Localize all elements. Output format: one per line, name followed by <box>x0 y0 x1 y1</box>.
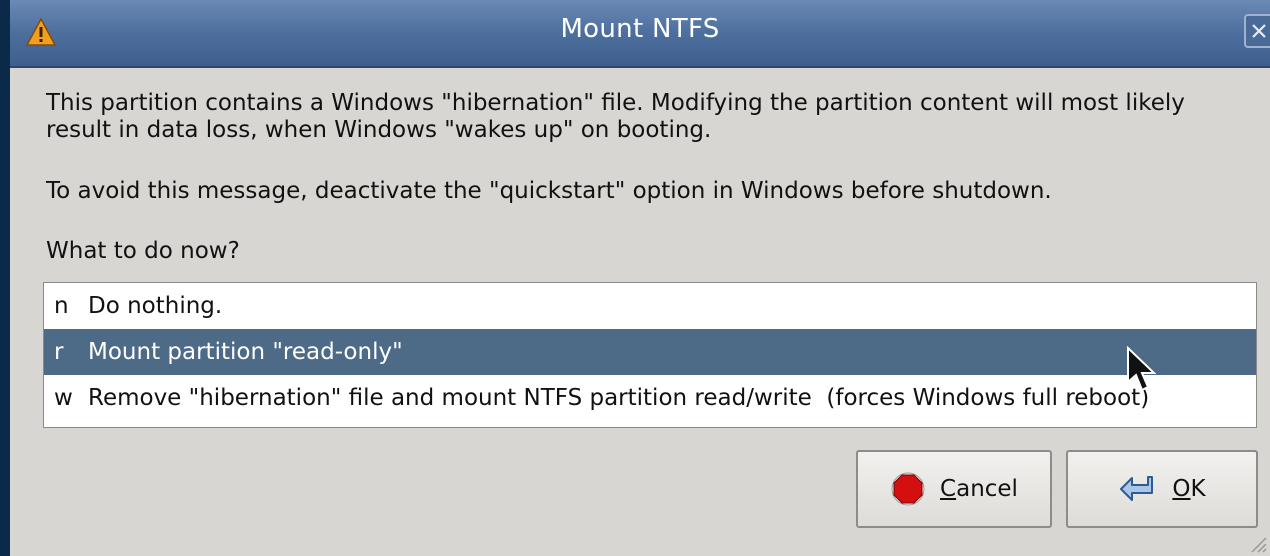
title-bar[interactable]: Mount NTFS <box>10 0 1270 68</box>
option-key: n <box>54 293 69 319</box>
close-icon <box>1252 24 1266 38</box>
option-remove-hibernation[interactable]: w Remove "hibernation" file and mount NT… <box>44 375 1256 421</box>
enter-arrow-icon <box>1120 476 1154 501</box>
ok-label: OK <box>1172 476 1206 502</box>
dialog-content: This partition contains a Windows "hiber… <box>10 68 1270 556</box>
stop-icon <box>891 472 925 506</box>
cancel-label: Cancel <box>940 476 1018 502</box>
cancel-button[interactable]: Cancel <box>856 450 1052 528</box>
mount-ntfs-dialog: Mount NTFS This partition contains a Win… <box>10 0 1270 556</box>
quickstart-hint-text: To avoid this message, deactivate the "q… <box>46 178 1052 204</box>
window-title: Mount NTFS <box>560 14 720 44</box>
option-key: r <box>54 339 64 365</box>
question-text: What to do now? <box>46 238 240 264</box>
resize-grip-icon[interactable] <box>1246 532 1268 554</box>
mouse-pointer-icon <box>1127 346 1157 392</box>
close-button[interactable] <box>1244 14 1270 48</box>
options-list[interactable]: n Do nothing. r Mount partition "read-on… <box>43 282 1257 428</box>
option-label: Do nothing. <box>88 293 223 319</box>
option-do-nothing[interactable]: n Do nothing. <box>44 283 1256 329</box>
option-key: w <box>54 385 73 411</box>
hibernation-warning-text: This partition contains a Windows "hiber… <box>46 90 1185 143</box>
option-label: Remove "hibernation" file and mount NTFS… <box>88 385 1150 411</box>
option-label: Mount partition "read-only" <box>88 339 403 365</box>
ok-button[interactable]: OK <box>1066 450 1258 528</box>
option-mount-read-only[interactable]: r Mount partition "read-only" <box>44 329 1256 375</box>
